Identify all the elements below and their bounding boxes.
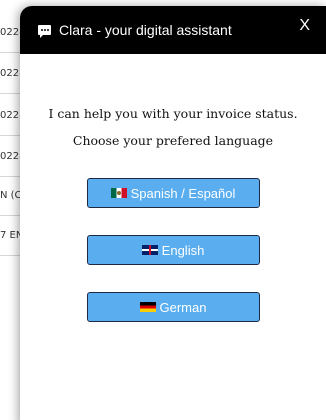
chat-body: I can help you with your invoice status.…: [20, 54, 326, 322]
assistant-message-intro: I can help you with your invoice status.: [48, 106, 298, 121]
spanish-language-button[interactable]: Spanish / Español: [86, 178, 260, 208]
german-language-button[interactable]: German: [86, 292, 260, 322]
english-language-label: English: [161, 242, 205, 258]
chat-widget: Clara - your digital assistant X I can h…: [20, 6, 326, 420]
uk-flag-icon: [141, 245, 158, 255]
chat-bubble-icon: [38, 25, 51, 38]
spanish-language-label: Spanish / Español: [130, 185, 236, 201]
chat-title: Clara - your digital assistant: [59, 22, 232, 38]
german-language-label: German: [159, 299, 207, 315]
chat-header: Clara - your digital assistant X: [20, 6, 326, 54]
assistant-message-prompt: Choose your prefered language: [72, 133, 274, 148]
english-language-button[interactable]: English: [86, 235, 260, 265]
mexico-flag-icon: [110, 188, 127, 198]
page: 0228 0228 0228 0228 N (C 7 EN Clara - yo…: [0, 0, 326, 420]
close-button[interactable]: X: [299, 17, 310, 35]
germany-flag-icon: [139, 302, 156, 312]
